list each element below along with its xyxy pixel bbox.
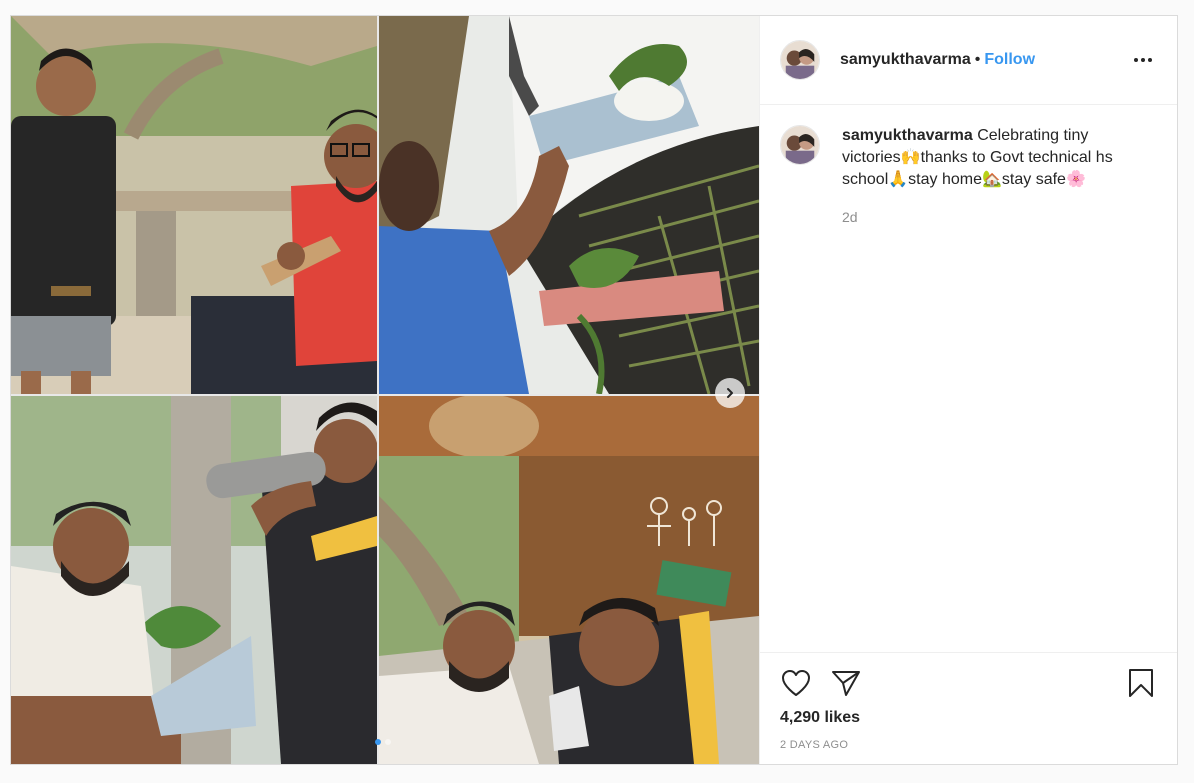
more-options-button[interactable] [1131, 48, 1155, 72]
caption-username[interactable]: samyukthavarma [842, 127, 973, 144]
post-date[interactable]: 2 DAYS AGO [780, 739, 1157, 751]
chevron-right-icon [727, 388, 733, 398]
carousel-next-button[interactable] [715, 378, 745, 408]
caption-time[interactable]: 2d [842, 206, 1142, 228]
action-bar [780, 667, 1157, 699]
likes-count[interactable]: 4,290 likes [780, 709, 1157, 727]
heart-icon [782, 670, 810, 696]
carousel-dot [385, 739, 391, 745]
avatar[interactable] [780, 40, 820, 80]
paper-plane-icon [832, 671, 860, 696]
bookmark-icon [1129, 669, 1153, 697]
collage-photo-workshop [11, 16, 377, 394]
post-header: samyukthavarma • Follow [760, 16, 1177, 105]
caption-body: samyukthavarma Celebrating tiny victorie… [842, 125, 1142, 228]
follow-button[interactable]: Follow [984, 51, 1035, 69]
header-username[interactable]: samyukthavarma [840, 51, 971, 69]
comments-area: samyukthavarma Celebrating tiny victorie… [760, 105, 1177, 652]
collage-photo-workbench [379, 396, 759, 764]
carousel-dot-active [375, 739, 381, 745]
more-options-icon [1134, 58, 1152, 62]
collage-photo-drinking [11, 396, 377, 764]
header-separator: • [974, 51, 981, 68]
share-button[interactable] [830, 667, 862, 699]
post-actions-section: 4,290 likes 2 DAYS AGO [760, 652, 1177, 764]
instagram-post: samyukthavarma • Follow samyukthavarma C… [10, 15, 1178, 765]
post-media-carousel[interactable] [11, 16, 759, 764]
like-button[interactable] [780, 667, 812, 699]
caption-avatar[interactable] [780, 125, 820, 165]
caption: samyukthavarma Celebrating tiny victorie… [780, 125, 1157, 228]
save-button[interactable] [1125, 667, 1157, 699]
post-sidebar: samyukthavarma • Follow samyukthavarma C… [759, 16, 1177, 764]
collage-photo-shelf [379, 16, 759, 394]
carousel-indicator [375, 739, 391, 745]
